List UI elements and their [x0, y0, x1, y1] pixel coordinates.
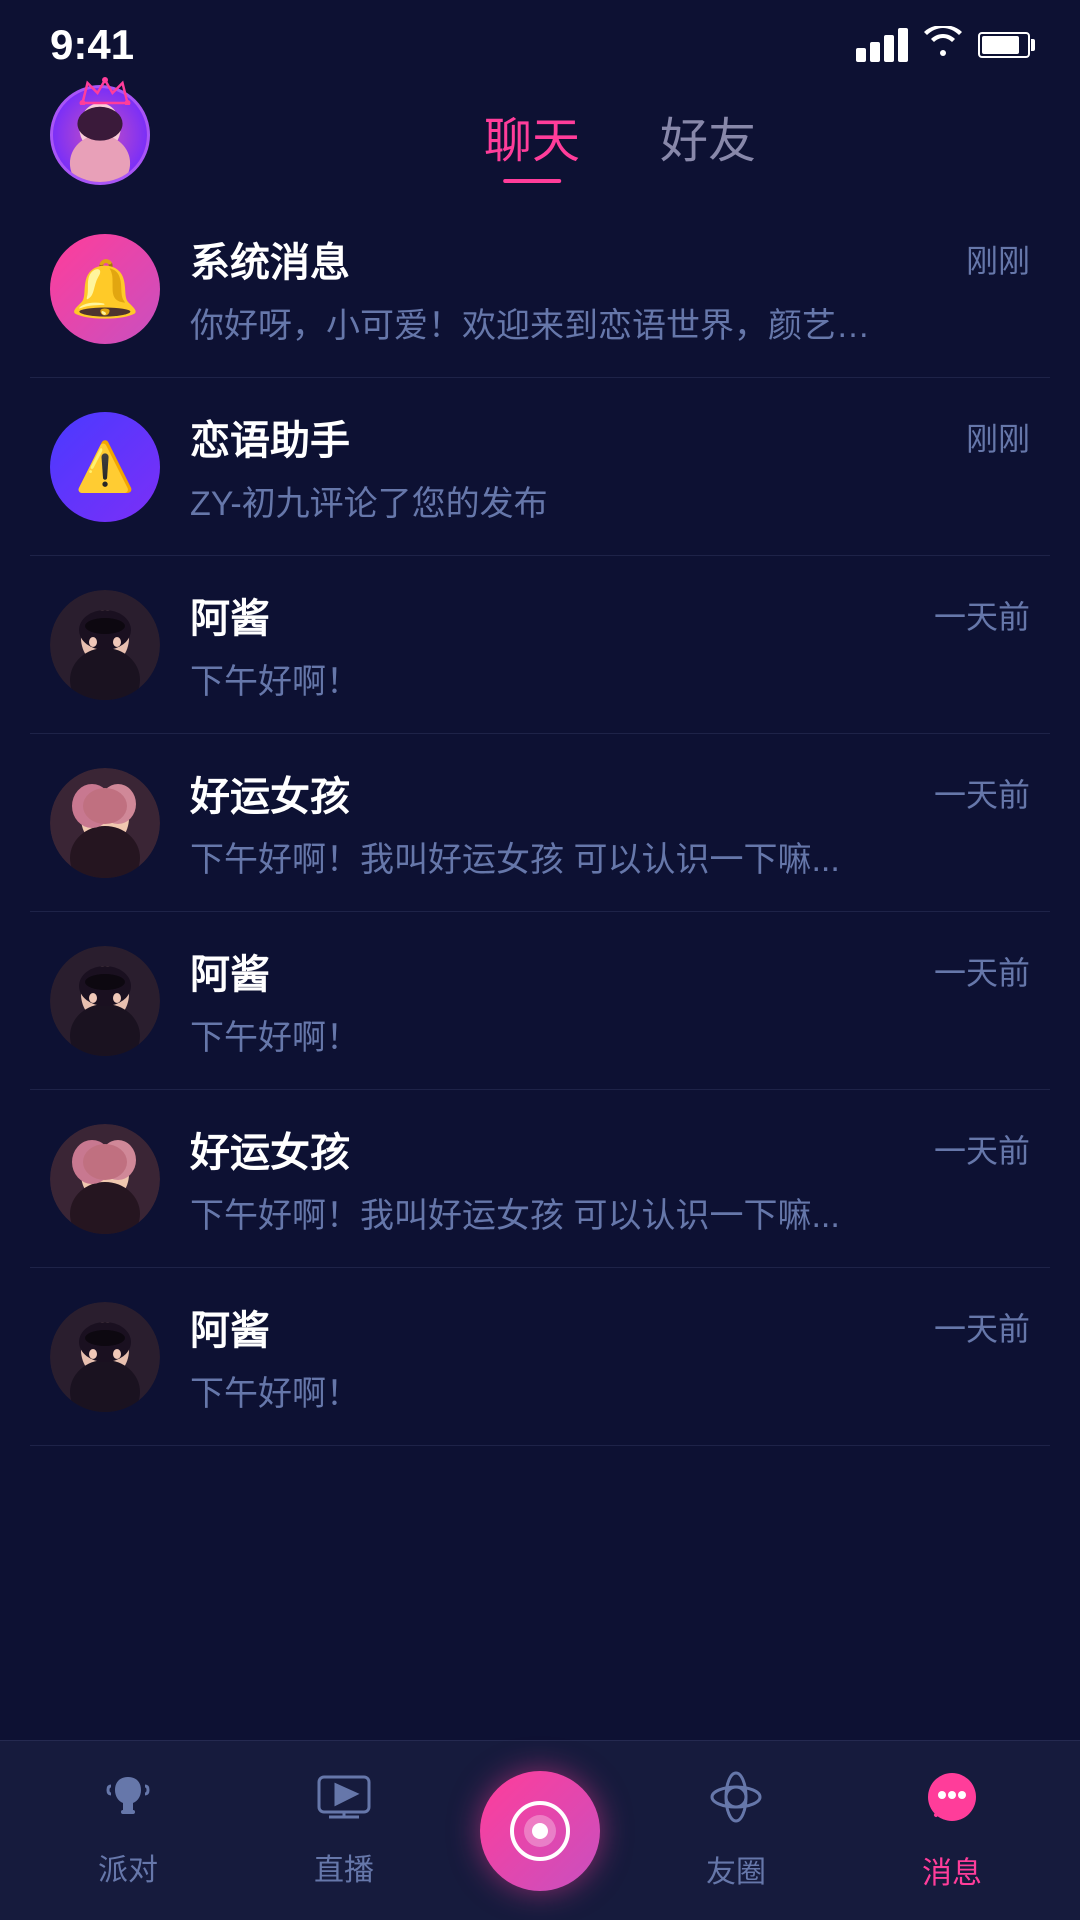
chat-preview-lucky2: 下午好啊！我叫好运女孩 可以认识一下嘛... [190, 1188, 890, 1237]
chat-time-ajiang3: 一天前 [934, 1304, 1030, 1350]
chat-content-ajiang1: 阿酱 一天前 下午好啊！ [190, 586, 1030, 703]
nav-item-live[interactable]: 直播 [264, 1772, 424, 1889]
chat-time-ajiang2: 一天前 [934, 948, 1030, 994]
nav-item-messages[interactable]: 消息 [872, 1769, 1032, 1892]
chat-top-lucky2: 好运女孩 一天前 [190, 1120, 1030, 1178]
chat-preview-ajiang1: 下午好啊！ [190, 654, 890, 703]
chat-item-lucky2[interactable]: 好运女孩 一天前 下午好啊！我叫好运女孩 可以认识一下嘛... [30, 1090, 1050, 1268]
chat-content-lucky1: 好运女孩 一天前 下午好啊！我叫好运女孩 可以认识一下嘛... [190, 764, 1030, 881]
bottom-nav: 派对 直播 友圈 [0, 1740, 1080, 1920]
warning-icon: ⚠️ [75, 438, 135, 495]
chat-name-assistant: 恋语助手 [190, 408, 350, 466]
lucky2-avatar [50, 1124, 160, 1234]
chat-item-ajiang2[interactable]: 阿酱 一天前 下午好啊！ [30, 912, 1050, 1090]
chat-top-ajiang1: 阿酱 一天前 [190, 586, 1030, 644]
bell-icon: 🔔 [70, 256, 140, 322]
chat-name-lucky1: 好运女孩 [190, 764, 350, 822]
chat-content-lucky2: 好运女孩 一天前 下午好啊！我叫好运女孩 可以认识一下嘛... [190, 1120, 1030, 1237]
chat-time-assistant: 刚刚 [966, 414, 1030, 460]
chat-name-lucky2: 好运女孩 [190, 1120, 350, 1178]
assistant-avatar: ⚠️ [50, 412, 160, 522]
messages-label: 消息 [922, 1848, 982, 1892]
chat-top-lucky1: 好运女孩 一天前 [190, 764, 1030, 822]
chat-top-system: 系统消息 刚刚 [190, 230, 1030, 288]
chat-preview-ajiang2: 下午好啊！ [190, 1010, 890, 1059]
moments-label: 友圈 [706, 1847, 766, 1891]
ajiang2-avatar [50, 946, 160, 1056]
chat-time-system: 刚刚 [966, 236, 1030, 282]
chat-list: 🔔 系统消息 刚刚 你好呀，小可爱！欢迎来到恋语世界，颜艺大赏，花式整盘... … [0, 200, 1080, 1446]
nav-item-party[interactable]: 派对 [48, 1772, 208, 1889]
ajiang1-avatar [50, 590, 160, 700]
tab-chat[interactable]: 聊天 [484, 101, 580, 179]
chat-item-assistant[interactable]: ⚠️ 恋语助手 刚刚 ZY-初九评论了您的发布 [30, 378, 1050, 556]
battery-icon [978, 32, 1030, 58]
chat-item-ajiang3[interactable]: 阿酱 一天前 下午好啊！ [30, 1268, 1050, 1446]
status-time: 9:41 [50, 21, 134, 69]
chat-top-assistant: 恋语助手 刚刚 [190, 408, 1030, 466]
ajiang3-avatar [50, 1302, 160, 1412]
chat-content-assistant: 恋语助手 刚刚 ZY-初九评论了您的发布 [190, 408, 1030, 525]
chat-time-ajiang1: 一天前 [934, 592, 1030, 638]
chat-top-ajiang2: 阿酱 一天前 [190, 942, 1030, 1000]
messages-icon [922, 1769, 982, 1838]
user-avatar-container[interactable] [50, 85, 160, 195]
chat-content-ajiang2: 阿酱 一天前 下午好啊！ [190, 942, 1030, 1059]
tab-bar: 聊天 好友 [210, 101, 1030, 179]
tab-friends[interactable]: 好友 [660, 101, 756, 179]
crown-badge [78, 75, 133, 112]
chat-item-ajiang1[interactable]: 阿酱 一天前 下午好啊！ [30, 556, 1050, 734]
party-icon [101, 1772, 155, 1835]
system-avatar: 🔔 [50, 234, 160, 344]
chat-time-lucky1: 一天前 [934, 770, 1030, 816]
party-label: 派对 [98, 1845, 158, 1889]
wifi-icon [924, 26, 962, 65]
chat-name-ajiang2: 阿酱 [190, 942, 270, 1000]
chat-time-lucky2: 一天前 [934, 1126, 1030, 1172]
chat-item-lucky1[interactable]: 好运女孩 一天前 下午好啊！我叫好运女孩 可以认识一下嘛... [30, 734, 1050, 912]
chat-item-system[interactable]: 🔔 系统消息 刚刚 你好呀，小可爱！欢迎来到恋语世界，颜艺大赏，花式整盘... [30, 200, 1050, 378]
chat-preview-assistant: ZY-初九评论了您的发布 [190, 476, 890, 525]
chat-name-ajiang1: 阿酱 [190, 586, 270, 644]
chat-preview-ajiang3: 下午好啊！ [190, 1366, 890, 1415]
header: 聊天 好友 [0, 80, 1080, 200]
signal-icon [856, 28, 908, 62]
status-bar: 9:41 [0, 0, 1080, 80]
nav-center-button[interactable] [480, 1771, 600, 1891]
chat-content-ajiang3: 阿酱 一天前 下午好啊！ [190, 1298, 1030, 1415]
moments-icon [709, 1770, 763, 1837]
status-icons [856, 26, 1030, 65]
live-icon [314, 1772, 374, 1835]
chat-preview-system: 你好呀，小可爱！欢迎来到恋语世界，颜艺大赏，花式整盘... [190, 298, 890, 347]
chat-content-system: 系统消息 刚刚 你好呀，小可爱！欢迎来到恋语世界，颜艺大赏，花式整盘... [190, 230, 1030, 347]
chat-preview-lucky1: 下午好啊！我叫好运女孩 可以认识一下嘛... [190, 832, 890, 881]
chat-top-ajiang3: 阿酱 一天前 [190, 1298, 1030, 1356]
lucky1-avatar [50, 768, 160, 878]
nav-item-moments[interactable]: 友圈 [656, 1770, 816, 1891]
chat-name-ajiang3: 阿酱 [190, 1298, 270, 1356]
chat-name-system: 系统消息 [190, 230, 350, 288]
live-label: 直播 [314, 1845, 374, 1889]
